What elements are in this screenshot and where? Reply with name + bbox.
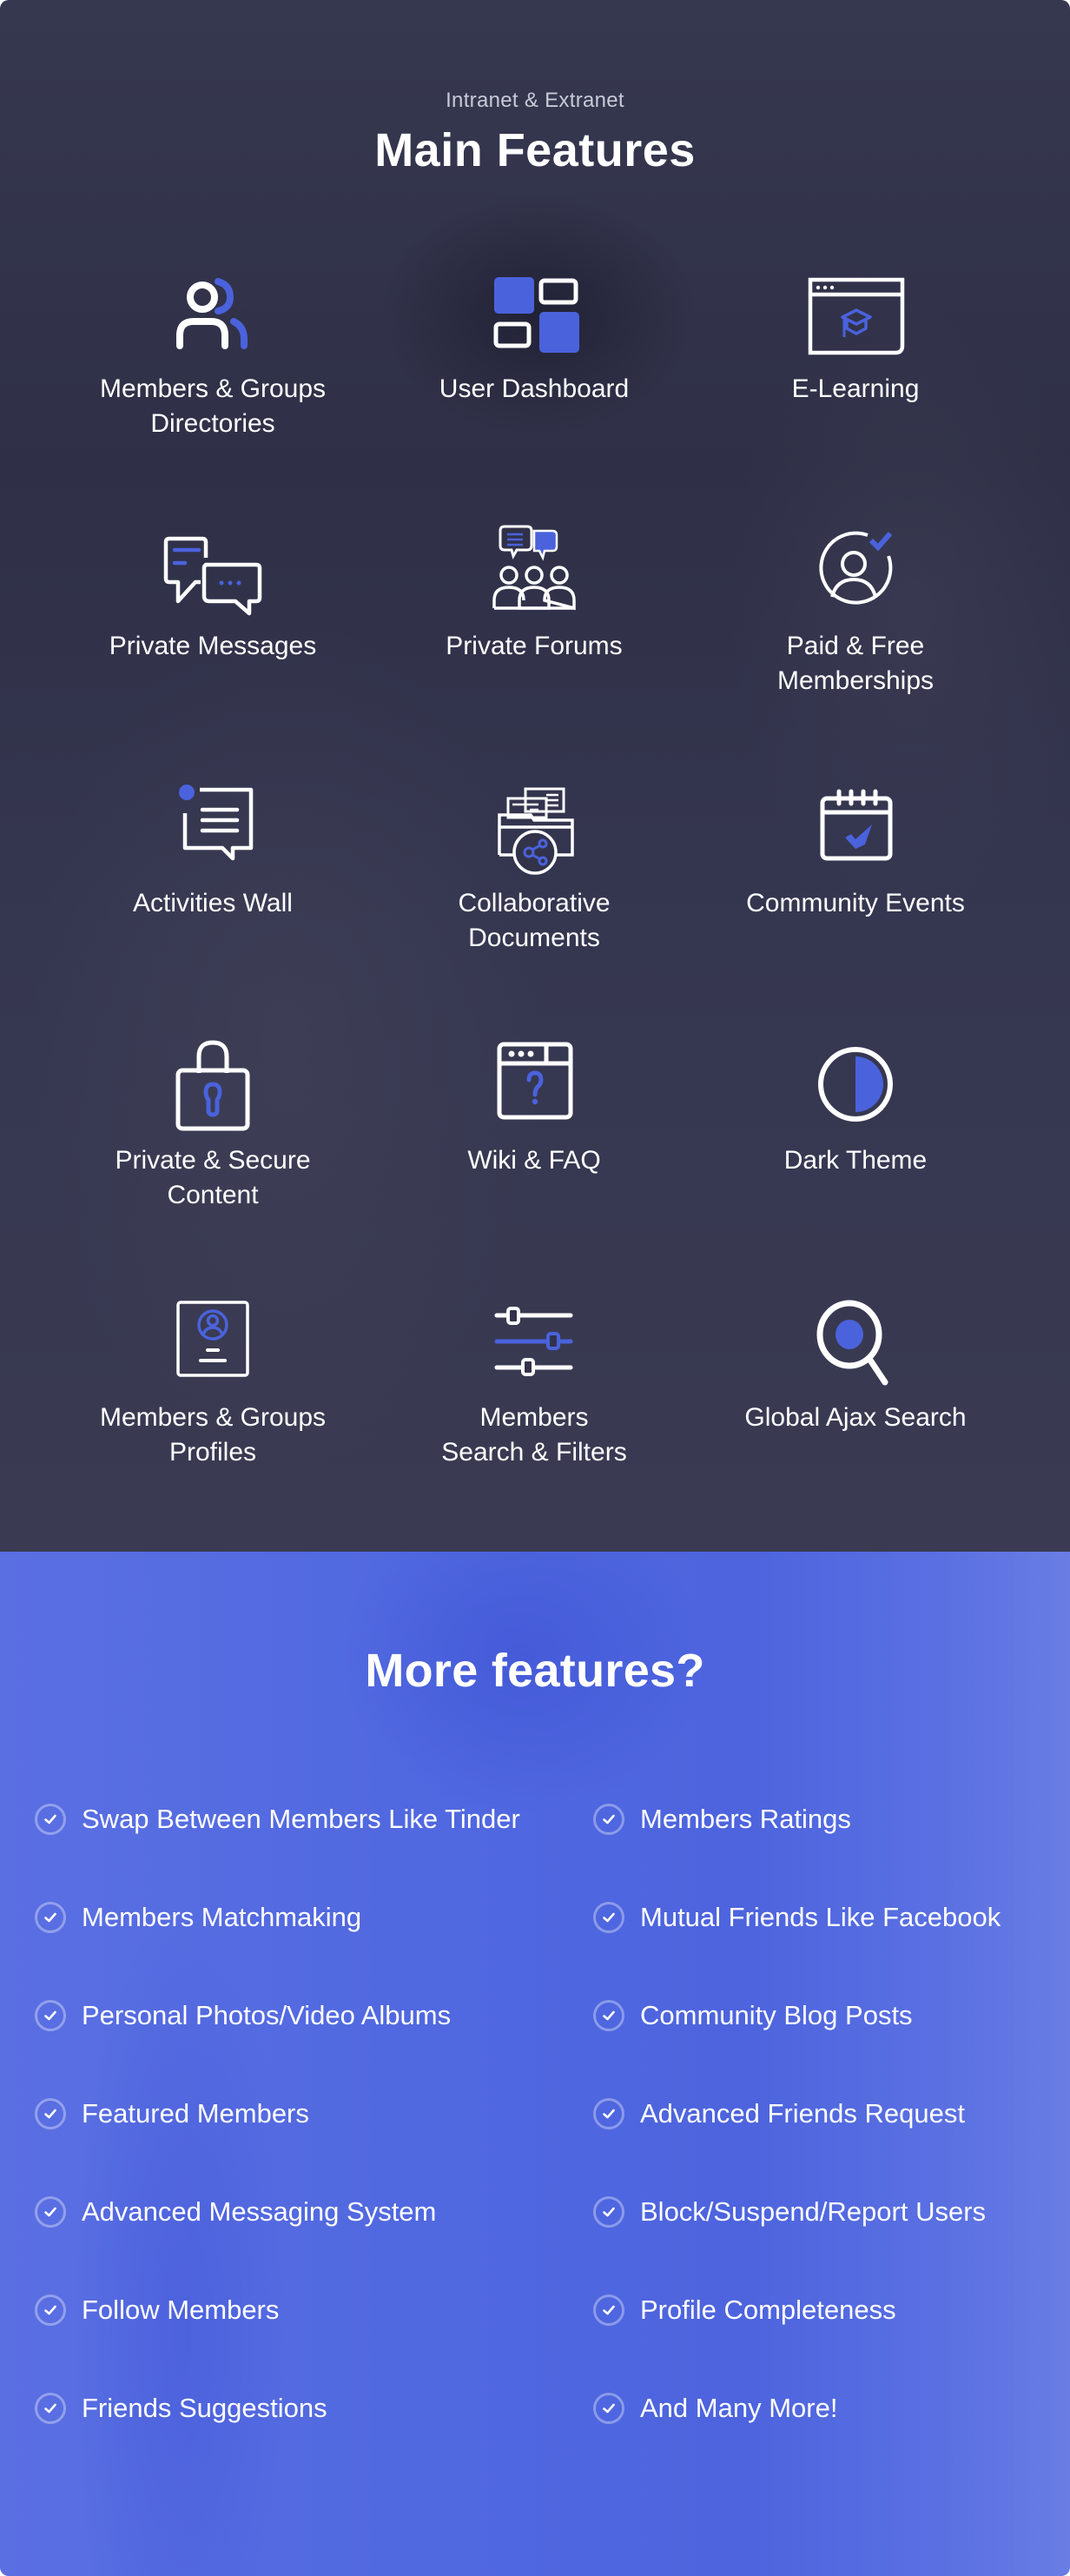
list-item-text: Members Ratings (640, 1804, 851, 1834)
list-item-text: Members Matchmaking (82, 1902, 362, 1932)
list-item: Advanced Messaging System (35, 2189, 593, 2235)
list-item-text: Featured Members (82, 2098, 309, 2129)
check-circle-icon (35, 2393, 66, 2424)
feature-private-forums: Private Forums (373, 518, 695, 775)
search-icon (803, 1289, 908, 1394)
feature-private-messages: Private Messages (52, 518, 373, 775)
forums-icon (482, 518, 586, 622)
faq-window-icon (482, 1032, 586, 1136)
list-item-text: And Many More! (640, 2393, 838, 2423)
check-circle-icon (35, 1804, 66, 1835)
list-item-text: Friends Suggestions (82, 2393, 327, 2423)
list-item-text: Block/Suspend/Report Users (640, 2196, 987, 2227)
list-item-text: Advanced Friends Request (640, 2098, 965, 2129)
feature-label: Private Messages (109, 632, 317, 660)
feature-label: Members & Groups Directories (99, 374, 327, 438)
list-item: Personal Photos/Video Albums (35, 1993, 593, 2038)
list-item: Follow Members (35, 2288, 593, 2333)
feature-label: Dark Theme (783, 1146, 928, 1175)
check-circle-icon (35, 2295, 66, 2326)
list-item: Featured Members (35, 2091, 593, 2136)
feature-members-groups-profiles: Members & Groups Profiles (52, 1289, 373, 1546)
list-item-text: Community Blog Posts (640, 2000, 913, 2030)
list-item: Members Ratings (593, 1797, 1062, 1842)
feature-members-groups-directories: Members & Groups Directories (52, 261, 373, 518)
members-groups-icon (161, 261, 265, 365)
more-features-list: Swap Between Members Like Tinder Members… (35, 1797, 1060, 2484)
padlock-icon (161, 1032, 265, 1136)
feature-label: Global Ajax Search (744, 1403, 967, 1432)
list-item: Community Blog Posts (593, 1993, 1062, 2038)
private-messages-icon (161, 518, 265, 622)
elearning-icon (803, 261, 908, 365)
check-circle-icon (593, 2098, 624, 2129)
check-circle-icon (593, 2196, 624, 2228)
more-features-section: More features? Swap Between Members Like… (0, 1552, 1070, 2576)
list-item: And Many More! (593, 2386, 1062, 2431)
main-features-section: Intranet & Extranet Main Features Member… (0, 0, 1070, 1552)
feature-user-dashboard: User Dashboard (373, 261, 695, 518)
calendar-check-icon (803, 775, 908, 879)
list-item-text: Profile Completeness (640, 2295, 896, 2325)
feature-paid-free-memberships: Paid & Free Memberships (695, 518, 1016, 775)
list-item: Swap Between Members Like Tinder (35, 1797, 593, 1842)
feature-label: Members Search & Filters (441, 1403, 627, 1467)
feature-wiki-faq: Wiki & FAQ (373, 1032, 695, 1289)
list-item-text: Personal Photos/Video Albums (82, 2000, 452, 2030)
check-circle-icon (35, 2000, 66, 2031)
feature-global-ajax-search: Global Ajax Search (695, 1289, 1016, 1546)
list-item-text: Swap Between Members Like Tinder (82, 1804, 520, 1834)
feature-label: Wiki & FAQ (467, 1146, 601, 1175)
check-circle-icon (35, 1902, 66, 1933)
check-circle-icon (593, 2295, 624, 2326)
feature-label: Activities Wall (133, 889, 293, 917)
filter-sliders-icon (482, 1289, 586, 1394)
feature-dark-theme: Dark Theme (695, 1032, 1016, 1289)
check-circle-icon (35, 2098, 66, 2129)
main-features-title: Main Features (374, 124, 696, 176)
feature-label: Community Events (746, 889, 965, 917)
feature-e-learning: E-Learning (695, 261, 1016, 518)
feature-label: Private Forums (446, 632, 623, 660)
list-item-text: Advanced Messaging System (82, 2196, 437, 2227)
list-item: Advanced Friends Request (593, 2091, 1062, 2136)
feature-community-events: Community Events (695, 775, 1016, 1032)
feature-label: Members & Groups Profiles (99, 1403, 327, 1467)
feature-label: Collaborative Documents (458, 889, 611, 952)
feature-label: E-Learning (791, 374, 920, 403)
list-item: Members Matchmaking (35, 1895, 593, 1940)
feature-private-secure-content: Private & Secure Content (52, 1032, 373, 1289)
list-item: Mutual Friends Like Facebook (593, 1895, 1062, 1940)
feature-activities-wall: Activities Wall (52, 775, 373, 1032)
dark-theme-icon (803, 1032, 908, 1136)
check-circle-icon (593, 2393, 624, 2424)
profile-card-icon (161, 1289, 265, 1394)
section-eyebrow: Intranet & Extranet (446, 89, 624, 112)
activity-wall-icon (161, 775, 265, 879)
feature-label: Paid & Free Memberships (776, 632, 935, 695)
shared-documents-icon (482, 775, 586, 879)
list-item-text: Mutual Friends Like Facebook (640, 1902, 1001, 1932)
feature-members-search-filters: Members Search & Filters (373, 1289, 695, 1546)
list-item-text: Follow Members (82, 2295, 280, 2325)
list-item: Profile Completeness (593, 2288, 1062, 2333)
feature-label: Private & Secure Content (115, 1146, 311, 1209)
list-item: Block/Suspend/Report Users (593, 2189, 1062, 2235)
membership-icon (803, 518, 908, 622)
list-item: Friends Suggestions (35, 2386, 593, 2431)
check-circle-icon (593, 2000, 624, 2031)
dashboard-icon (482, 261, 586, 365)
check-circle-icon (35, 2196, 66, 2228)
check-circle-icon (593, 1804, 624, 1835)
feature-label: User Dashboard (439, 374, 630, 403)
more-features-title: More features? (365, 1645, 705, 1697)
check-circle-icon (593, 1902, 624, 1933)
features-page: Intranet & Extranet Main Features Member… (0, 0, 1070, 2576)
feature-collaborative-documents: Collaborative Documents (373, 775, 695, 1032)
features-grid: Members & Groups Directories User Dashbo… (52, 261, 1016, 1546)
